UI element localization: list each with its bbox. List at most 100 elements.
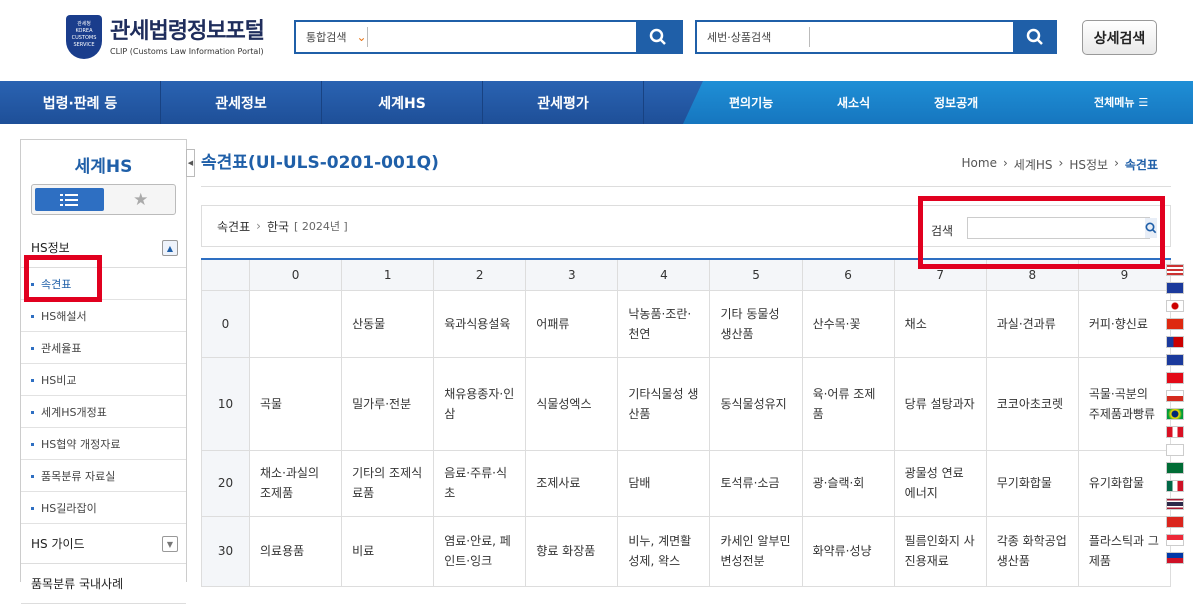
table-cell[interactable]: 동식물성유지 (709, 356, 803, 451)
table-cell[interactable]: 의료용품 (248, 515, 343, 587)
star-icon: ★ (133, 189, 149, 210)
expand-icon[interactable]: ▼ (162, 536, 178, 552)
logo-subtitle: CLIP (Customs Law Information Portal) (110, 46, 264, 56)
flag-sg-icon[interactable] (1166, 534, 1184, 546)
integrated-search-input[interactable] (367, 22, 636, 52)
sidebar-item-hs-guide-book[interactable]: HS길라잡이 (21, 492, 186, 524)
table-cell[interactable]: 카세인 알부민 변성전분 (709, 515, 803, 587)
nav-convenience[interactable]: 편의기능 (729, 94, 773, 111)
breadcrumb-world-hs[interactable]: 세계HS (1014, 156, 1053, 173)
flag-tr-icon[interactable] (1166, 372, 1184, 384)
table-cell[interactable]: 코코아초코렛 (985, 356, 1079, 451)
table-cell[interactable]: 곡물·곡분의 주제품과빵류 (1077, 356, 1172, 451)
sidebar-collapse-button[interactable]: ◀ (186, 149, 195, 177)
table-cell[interactable]: 기타 동물성 생산품 (709, 289, 803, 358)
flag-ph-icon[interactable] (1166, 552, 1184, 564)
table-cell[interactable]: 과실·견과류 (985, 289, 1079, 358)
main-nav: 법령·판례 등 관세정보 세계HS 관세평가 편의기능 새소식 정보공개 전체메… (0, 81, 1193, 124)
table-cell[interactable]: 비료 (341, 515, 435, 587)
integrated-search: 통합검색 ⌄ (294, 20, 680, 54)
table-row: 10 곡물 밀가루·전분 채유용종자·인삼 식물성엑스 기타식물성 생산품 동식물성유지 육·… (201, 356, 1172, 451)
flag-us-icon[interactable] (1166, 264, 1184, 276)
table-cell[interactable]: 광·슬랙·회 (801, 449, 895, 517)
search-type-select[interactable]: 통합검색 ⌄ (296, 27, 368, 47)
tab-favorites[interactable]: ★ (107, 185, 176, 214)
sidebar-section-hs-guide[interactable]: HS 가이드 ▼ (21, 524, 186, 564)
flag-generic-icon[interactable] (1166, 444, 1184, 456)
sidebar-item-hs-revision[interactable]: 세계HS개정표 (21, 396, 186, 428)
nav-disclosure[interactable]: 정보공개 (934, 94, 978, 111)
table-cell[interactable]: 채소 (893, 289, 987, 358)
table-cell[interactable]: 비누, 계면활성제, 왁스 (617, 515, 711, 587)
table-cell[interactable]: 기타의 조제식료품 (341, 449, 435, 517)
flag-br-icon[interactable] (1166, 408, 1184, 420)
breadcrumb-hs-info[interactable]: HS정보 (1069, 156, 1108, 173)
table-cell[interactable]: 무기화합물 (985, 449, 1079, 517)
nav-world-hs[interactable]: 세계HS (322, 81, 483, 124)
sidebar-section-cases[interactable]: 품목분류 국내사례 (21, 564, 186, 604)
flag-vn-icon[interactable] (1166, 516, 1184, 528)
table-cell[interactable]: 육·어류 조제품 (801, 356, 895, 451)
title-divider (201, 186, 1171, 187)
table-cell[interactable]: 산수목·꽃 (801, 289, 895, 358)
nav-valuation[interactable]: 관세평가 (483, 81, 644, 124)
path-root: 속견표 (217, 219, 251, 234)
flag-pe-icon[interactable] (1166, 426, 1184, 438)
table-cell[interactable]: 필름인화지 사진용재료 (893, 515, 987, 587)
nav-news[interactable]: 새소식 (837, 94, 870, 111)
table-cell[interactable]: 곡물 (248, 356, 343, 451)
row-header: 10 (201, 356, 250, 451)
table-cell (248, 289, 343, 358)
sidebar-item-hs-compare[interactable]: HS비교 (21, 364, 186, 396)
breadcrumb-home[interactable]: Home (962, 156, 997, 173)
sidebar-item-tariff-table[interactable]: 관세율표 (21, 332, 186, 364)
flag-cn-icon[interactable] (1166, 318, 1184, 330)
hs-search-input[interactable] (810, 22, 1013, 52)
table-cell[interactable]: 밀가루·전분 (341, 356, 435, 451)
flag-th-icon[interactable] (1166, 498, 1184, 510)
flag-sa-icon[interactable] (1166, 462, 1184, 474)
table-cell[interactable]: 조제사료 (525, 449, 619, 517)
hs-search-button[interactable] (1013, 20, 1057, 54)
table-cell[interactable]: 커피·향신료 (1077, 289, 1172, 358)
nav-customs-info[interactable]: 관세정보 (161, 81, 322, 124)
tab-list[interactable] (35, 188, 104, 211)
table-cell[interactable]: 식물성엑스 (525, 356, 619, 451)
table-cell[interactable]: 담배 (617, 449, 711, 517)
table-cell[interactable]: 기타식물성 생산품 (617, 356, 711, 451)
sidebar-item-classification-library[interactable]: 품목분류 자료실 (21, 460, 186, 492)
table-cell[interactable]: 광물성 연료 에너지 (893, 449, 987, 517)
table-cell[interactable]: 플라스틱과 그제품 (1077, 515, 1172, 587)
hs-search-label: 세번·상품검색 (697, 27, 810, 47)
col-header: 4 (617, 258, 711, 291)
table-cell[interactable]: 향료 화장품 (525, 515, 619, 587)
path-year: [ 2024년 ] (294, 220, 348, 233)
nav-laws[interactable]: 법령·판례 등 (0, 81, 161, 124)
table-cell[interactable]: 유기화합물 (1077, 449, 1172, 517)
table-cell[interactable]: 육과식용설육 (433, 289, 527, 358)
table-cell[interactable]: 산동물 (341, 289, 435, 358)
table-cell[interactable]: 토석류·소금 (709, 449, 803, 517)
table-cell[interactable]: 화약류·성냥 (801, 515, 895, 587)
table-cell[interactable]: 채소·과실의 조제품 (248, 449, 343, 517)
flag-eu-icon[interactable] (1166, 282, 1184, 294)
table-cell[interactable]: 염료·안료, 페인트·잉크 (433, 515, 527, 587)
table-cell[interactable]: 각종 화학공업 생산품 (985, 515, 1079, 587)
collapse-icon[interactable]: ▲ (162, 240, 178, 256)
site-logo[interactable]: 관세청 KOREA CUSTOMS SERVICE 관세법령정보포털 CLIP (Cu… (66, 15, 265, 59)
detail-search-button[interactable]: 상세검색 (1082, 20, 1157, 55)
flag-au-icon[interactable] (1166, 354, 1184, 366)
flag-mx-icon[interactable] (1166, 480, 1184, 492)
flag-jp-icon[interactable] (1166, 300, 1184, 312)
sidebar-item-convention[interactable]: HS협약 개정자료 (21, 428, 186, 460)
nav-all-menu[interactable]: 전체메뉴 ☰ (1094, 94, 1148, 110)
table-cell[interactable]: 어패류 (525, 289, 619, 358)
sidebar-item-explanatory-notes[interactable]: HS해설서 (21, 300, 186, 332)
flag-tw-icon[interactable] (1166, 336, 1184, 348)
table-cell[interactable]: 채유용종자·인삼 (433, 356, 527, 451)
table-cell[interactable]: 낙농품·조란·천연 (617, 289, 711, 358)
table-cell[interactable]: 음료·주류·식초 (433, 449, 527, 517)
flag-cl-icon[interactable] (1166, 390, 1184, 402)
integrated-search-button[interactable] (636, 20, 680, 54)
table-cell[interactable]: 당류 설탕과자 (893, 356, 987, 451)
